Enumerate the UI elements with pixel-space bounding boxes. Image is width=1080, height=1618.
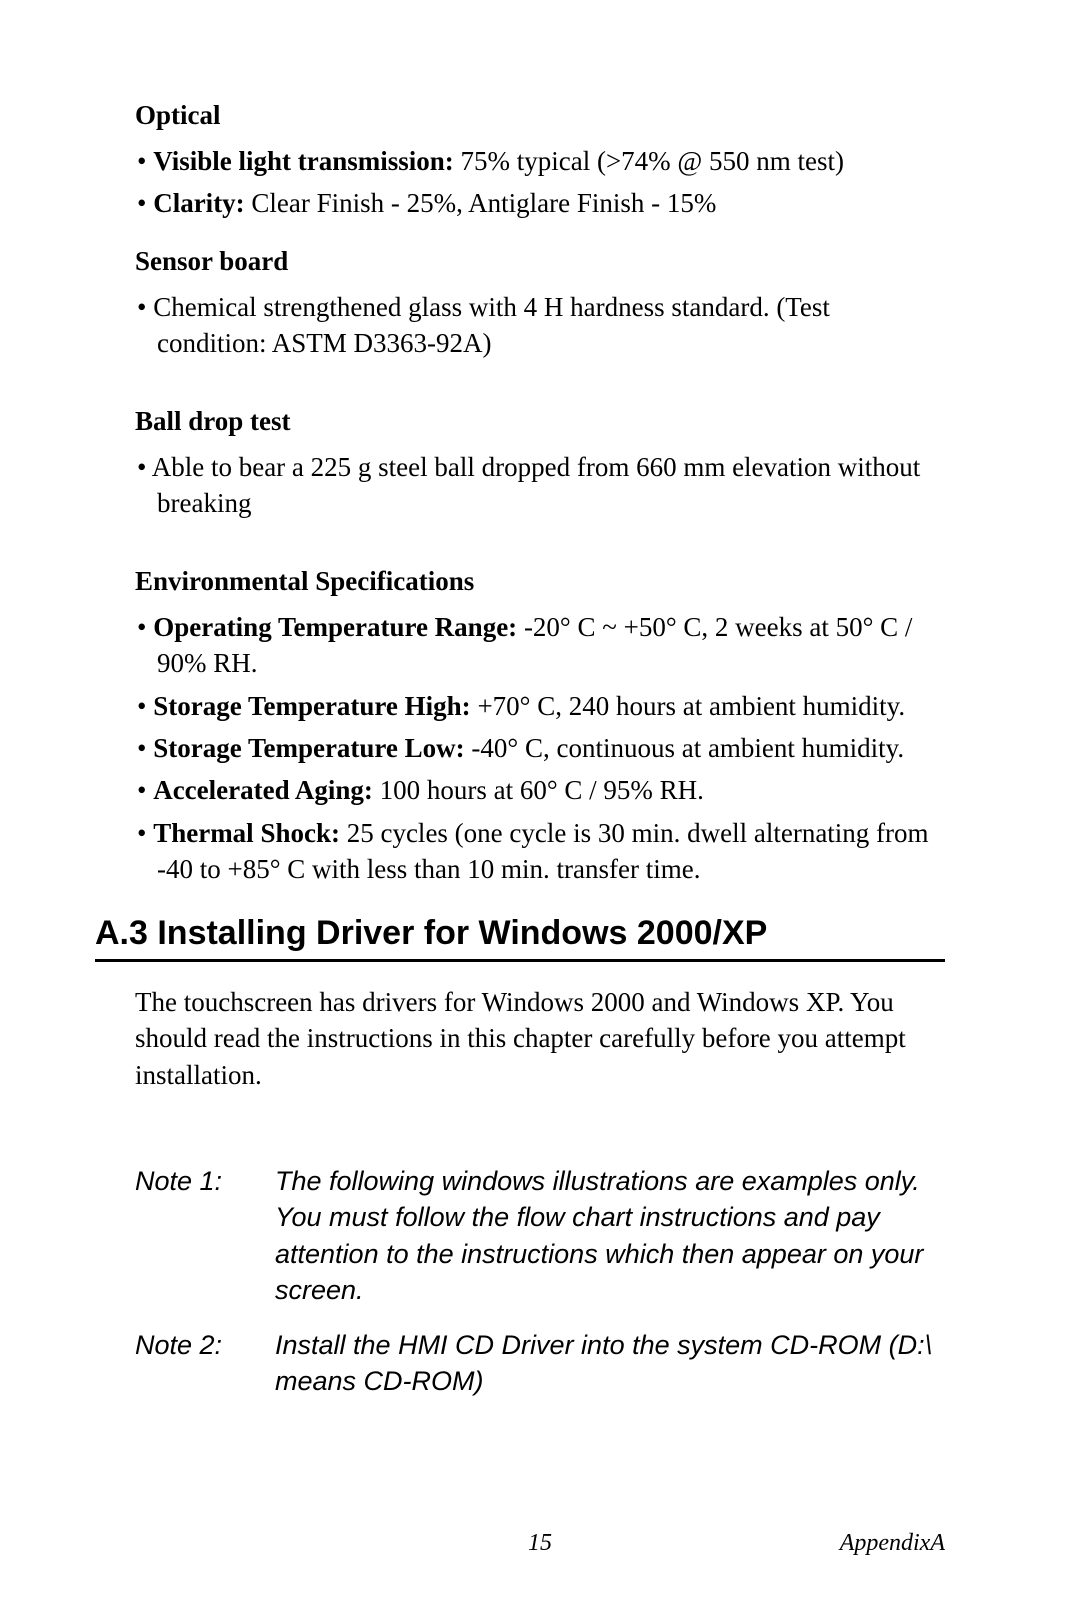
intro-paragraph: The touchscreen has drivers for Windows … — [135, 984, 945, 1093]
list-ball-drop: Able to bear a 225 g steel ball dropped … — [135, 449, 945, 522]
item-value: Clear Finish - 25%, Antiglare Finish - 1… — [245, 188, 717, 218]
note-row: Note 1: The following windows illustrati… — [135, 1163, 945, 1309]
page-number: 15 — [528, 1530, 552, 1557]
note-body: Install the HMI CD Driver into the syste… — [275, 1327, 945, 1400]
note-label: Note 1: — [135, 1163, 275, 1309]
list-item: Operating Temperature Range: -20° C ~ +5… — [157, 609, 945, 682]
item-label: Thermal Shock: — [153, 818, 340, 848]
item-value: Chemical strengthened glass with 4 H har… — [153, 292, 830, 358]
heading-divider — [95, 959, 945, 962]
list-optical: Visible light transmission: 75% typical … — [135, 143, 945, 222]
item-value: Able to bear a 225 g steel ball dropped … — [152, 452, 921, 518]
item-value: 100 hours at 60° C / 95% RH. — [373, 775, 704, 805]
item-value: 75% typical (>74% @ 550 nm test) — [454, 146, 844, 176]
item-label: Accelerated Aging: — [153, 775, 373, 805]
item-label: Operating Temperature Range: — [153, 612, 517, 642]
note-row: Note 2: Install the HMI CD Driver into t… — [135, 1327, 945, 1400]
section-title-sensor-board: Sensor board — [135, 246, 945, 277]
list-item: Accelerated Aging: 100 hours at 60° C / … — [157, 772, 945, 808]
footer-section: AppendixA — [840, 1530, 945, 1557]
list-item: Chemical strengthened glass with 4 H har… — [157, 289, 945, 362]
list-item: Able to bear a 225 g steel ball dropped … — [157, 449, 945, 522]
note-body: The following windows illustrations are … — [275, 1163, 945, 1309]
section-title-ball-drop: Ball drop test — [135, 406, 945, 437]
section-title-optical: Optical — [135, 100, 945, 131]
list-sensor-board: Chemical strengthened glass with 4 H har… — [135, 289, 945, 362]
document-page: Optical Visible light transmission: 75% … — [0, 0, 1080, 1478]
list-item: Visible light transmission: 75% typical … — [157, 143, 945, 179]
list-item: Thermal Shock: 25 cycles (one cycle is 3… — [157, 815, 945, 888]
list-item: Storage Temperature Low: -40° C, continu… — [157, 730, 945, 766]
item-value: +70° C, 240 hours at ambient humidity. — [471, 691, 906, 721]
page-footer: 15 AppendixA — [135, 1530, 945, 1557]
section-title-env-specs: Environmental Specifications — [135, 566, 945, 597]
item-label: Clarity: — [153, 188, 244, 218]
note-label: Note 2: — [135, 1327, 275, 1400]
list-item: Storage Temperature High: +70° C, 240 ho… — [157, 688, 945, 724]
list-item: Clarity: Clear Finish - 25%, Antiglare F… — [157, 185, 945, 221]
item-label: Storage Temperature High: — [153, 691, 470, 721]
list-env-specs: Operating Temperature Range: -20° C ~ +5… — [135, 609, 945, 888]
item-value: -40° C, continuous at ambient humidity. — [465, 733, 905, 763]
item-label: Visible light transmission: — [153, 146, 454, 176]
heading-a3: A.3 Installing Driver for Windows 2000/X… — [95, 914, 945, 953]
notes-block: Note 1: The following windows illustrati… — [135, 1163, 945, 1400]
item-label: Storage Temperature Low: — [153, 733, 464, 763]
